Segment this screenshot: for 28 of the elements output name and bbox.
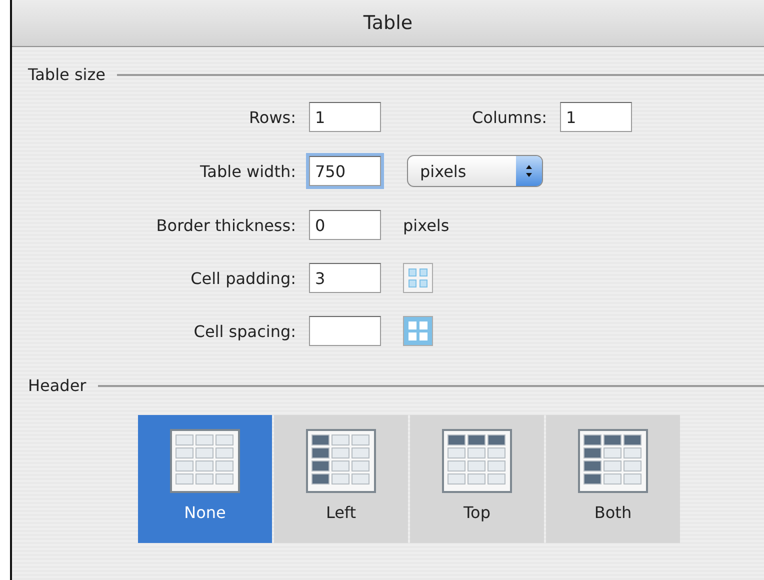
field-label: Cell padding: (190, 268, 296, 288)
unit-label: pixels (403, 216, 450, 234)
cell-padding-icon[interactable] (403, 263, 433, 293)
header-option[interactable]: Top (410, 415, 544, 543)
text-field[interactable]: 0 (309, 210, 381, 240)
header-option[interactable]: Left (274, 415, 408, 543)
section-title: Header (28, 376, 86, 395)
cell-spacing-icon[interactable] (403, 316, 433, 346)
header-option[interactable]: Both (546, 415, 680, 543)
stepper-arrows-icon (525, 164, 533, 178)
text-field[interactable]: 3 (309, 263, 381, 293)
header-option[interactable]: None (138, 415, 272, 543)
text-field[interactable] (309, 316, 381, 346)
field-label: Table width: (199, 162, 296, 180)
field-label: Columns: (472, 108, 547, 126)
table-grid-icon (578, 429, 648, 493)
text-field[interactable]: 750 (309, 156, 381, 186)
table-grid-icon (442, 429, 512, 493)
text-field[interactable]: 1 (560, 102, 632, 132)
field-label: Border thickness: (155, 216, 296, 234)
window-title: Table (363, 12, 413, 34)
field-label: Cell spacing: (192, 322, 296, 340)
unit-dropdown[interactable]: pixels (407, 155, 543, 187)
table-grid-icon (170, 429, 240, 493)
section-title: Table size (28, 65, 106, 84)
field-label: Rows: (248, 108, 296, 126)
table-grid-icon (306, 429, 376, 493)
text-field[interactable]: 1 (309, 102, 381, 132)
